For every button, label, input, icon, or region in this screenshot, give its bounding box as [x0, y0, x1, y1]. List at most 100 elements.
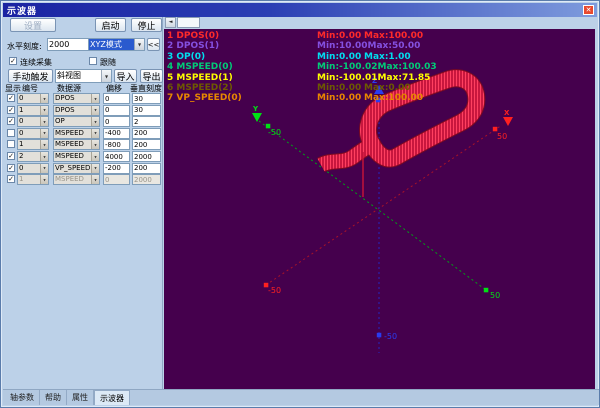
tab-properties[interactable]: 属性: [67, 390, 94, 405]
legend-max: Max:100.00: [364, 93, 423, 103]
show-checkbox[interactable]: [7, 129, 15, 137]
source-select[interactable]: MSPEED▼: [53, 128, 100, 139]
axis-num-select[interactable]: 1▼: [17, 174, 49, 185]
window-title: 示波器: [7, 4, 37, 17]
x-axis-pos-tick: [493, 127, 498, 132]
source-select[interactable]: MSPEED▼: [53, 174, 100, 185]
scrollbar-thumb[interactable]: [177, 17, 200, 28]
tab-axis-params[interactable]: 轴参数: [5, 390, 40, 405]
chevron-down-icon[interactable]: ▼: [91, 164, 99, 173]
scale-input[interactable]: [132, 163, 161, 174]
scale-input[interactable]: [132, 151, 161, 162]
source-select[interactable]: MSPEED▼: [53, 151, 100, 162]
channel-row: ✓ 0▼ OP▼: [3, 116, 163, 127]
continuous-checkbox[interactable]: ✓: [9, 57, 17, 65]
x-axis-label: X: [504, 109, 510, 117]
axis-num-select[interactable]: 1▼: [17, 139, 49, 150]
x-axis-arrow-icon: [503, 117, 513, 126]
source-select[interactable]: OP▼: [53, 116, 100, 127]
mode-select-value: XYZ模式: [89, 39, 134, 50]
scroll-left-icon[interactable]: ◄: [165, 17, 176, 28]
chevron-down-icon[interactable]: ▼: [91, 117, 99, 126]
chevron-down-icon[interactable]: ▼: [40, 152, 48, 161]
chevron-down-icon[interactable]: ▼: [91, 175, 99, 184]
axis-num-select[interactable]: 0▼: [17, 163, 49, 174]
chevron-down-icon[interactable]: ▼: [40, 175, 48, 184]
legend-row: 3 OP(0)Min:0.00Max:1.00: [167, 52, 411, 63]
source-select[interactable]: MSPEED▼: [53, 139, 100, 150]
show-checkbox[interactable]: ✓: [7, 164, 15, 172]
close-icon[interactable]: ✕: [583, 5, 594, 15]
stop-button[interactable]: 停止: [131, 18, 162, 32]
legend-label: 2 DPOS(1): [167, 41, 317, 51]
show-checkbox[interactable]: ✓: [7, 94, 15, 102]
scale-input[interactable]: [132, 139, 161, 150]
chevron-down-icon[interactable]: ▼: [40, 106, 48, 115]
y-axis-pos-tick: [484, 288, 489, 293]
offset-input[interactable]: [103, 139, 130, 150]
plot-hscrollbar[interactable]: ◄: [164, 17, 595, 29]
chevron-down-icon[interactable]: ▼: [40, 129, 48, 138]
legend-label: 3 OP(0): [167, 52, 317, 62]
chevron-down-icon[interactable]: ▼: [91, 106, 99, 115]
show-checkbox[interactable]: ✓: [7, 106, 15, 114]
chevron-down-icon[interactable]: ▼: [91, 140, 99, 149]
axis-num-select[interactable]: 0▼: [17, 93, 49, 104]
collapse-button[interactable]: <<: [147, 38, 160, 51]
export-button[interactable]: 导出: [140, 69, 163, 83]
axis-num-select[interactable]: 0▼: [17, 116, 49, 127]
start-button[interactable]: 启动: [95, 18, 126, 32]
chevron-down-icon[interactable]: ▼: [134, 39, 144, 50]
continuous-label: 连续采集: [20, 57, 52, 68]
scope-plot-area[interactable]: Y -50 50 X -50 50 Z -50 1 DPOS(0)Min:0.0…: [164, 29, 595, 391]
oscilloscope-window: 示波器 ✕ 设置 启动 停止 水平刻度: XYZ模式 ▼ << ✓ 连续采集 跟…: [0, 0, 600, 408]
source-select[interactable]: DPOS▼: [53, 105, 100, 116]
offset-input[interactable]: [103, 105, 130, 116]
view-select[interactable]: 斜视图 ▼: [55, 69, 112, 83]
scale-input[interactable]: [132, 128, 161, 139]
manual-trigger-button[interactable]: 手动触发: [8, 69, 53, 83]
mode-select[interactable]: XYZ模式 ▼: [88, 38, 145, 51]
legend-row: 6 MSPEED(2)Min:0.00Max:0.00: [167, 83, 411, 94]
offset-input[interactable]: [103, 174, 130, 185]
settings-button[interactable]: 设置: [10, 18, 56, 32]
chevron-down-icon[interactable]: ▼: [101, 70, 111, 82]
legend-min: Min:0.00: [317, 83, 364, 93]
legend-row: 5 MSPEED(1)Min:-100.01Max:71.85: [167, 73, 430, 84]
scale-input[interactable]: [132, 105, 161, 116]
chevron-down-icon[interactable]: ▼: [40, 140, 48, 149]
offset-input[interactable]: [103, 93, 130, 104]
offset-input[interactable]: [103, 116, 130, 127]
source-select[interactable]: VP_SPEED▼: [53, 163, 100, 174]
hscale-label: 水平刻度:: [7, 41, 42, 52]
follow-checkbox[interactable]: [89, 57, 97, 65]
import-button[interactable]: 导入: [114, 69, 137, 83]
axis-num-select[interactable]: 0▼: [17, 128, 49, 139]
offset-input[interactable]: [103, 151, 130, 162]
scale-input[interactable]: [132, 116, 161, 127]
chevron-down-icon[interactable]: ▼: [91, 152, 99, 161]
show-checkbox[interactable]: [7, 140, 15, 148]
show-checkbox[interactable]: ✓: [7, 117, 15, 125]
title-bar[interactable]: 示波器 ✕: [3, 3, 597, 17]
show-checkbox[interactable]: ✓: [7, 152, 15, 160]
channel-row: ✓ 0▼ DPOS▼: [3, 93, 163, 104]
axis-num-select[interactable]: 2▼: [17, 151, 49, 162]
show-checkbox[interactable]: ✓: [7, 175, 15, 183]
source-select[interactable]: DPOS▼: [53, 93, 100, 104]
chevron-down-icon[interactable]: ▼: [40, 117, 48, 126]
z-axis-neg-tick: [377, 333, 382, 338]
scale-input[interactable]: [132, 93, 161, 104]
chevron-down-icon[interactable]: ▼: [91, 94, 99, 103]
chevron-down-icon[interactable]: ▼: [40, 164, 48, 173]
tab-help[interactable]: 帮助: [40, 390, 67, 405]
offset-input[interactable]: [103, 128, 130, 139]
offset-input[interactable]: [103, 163, 130, 174]
chevron-down-icon[interactable]: ▼: [40, 94, 48, 103]
legend-min: Min:10.00: [317, 41, 368, 51]
legend-min: Min:0.00: [317, 31, 364, 41]
scale-input[interactable]: [132, 174, 161, 185]
tab-oscilloscope[interactable]: 示波器: [94, 390, 130, 405]
chevron-down-icon[interactable]: ▼: [91, 129, 99, 138]
axis-num-select[interactable]: 1▼: [17, 105, 49, 116]
